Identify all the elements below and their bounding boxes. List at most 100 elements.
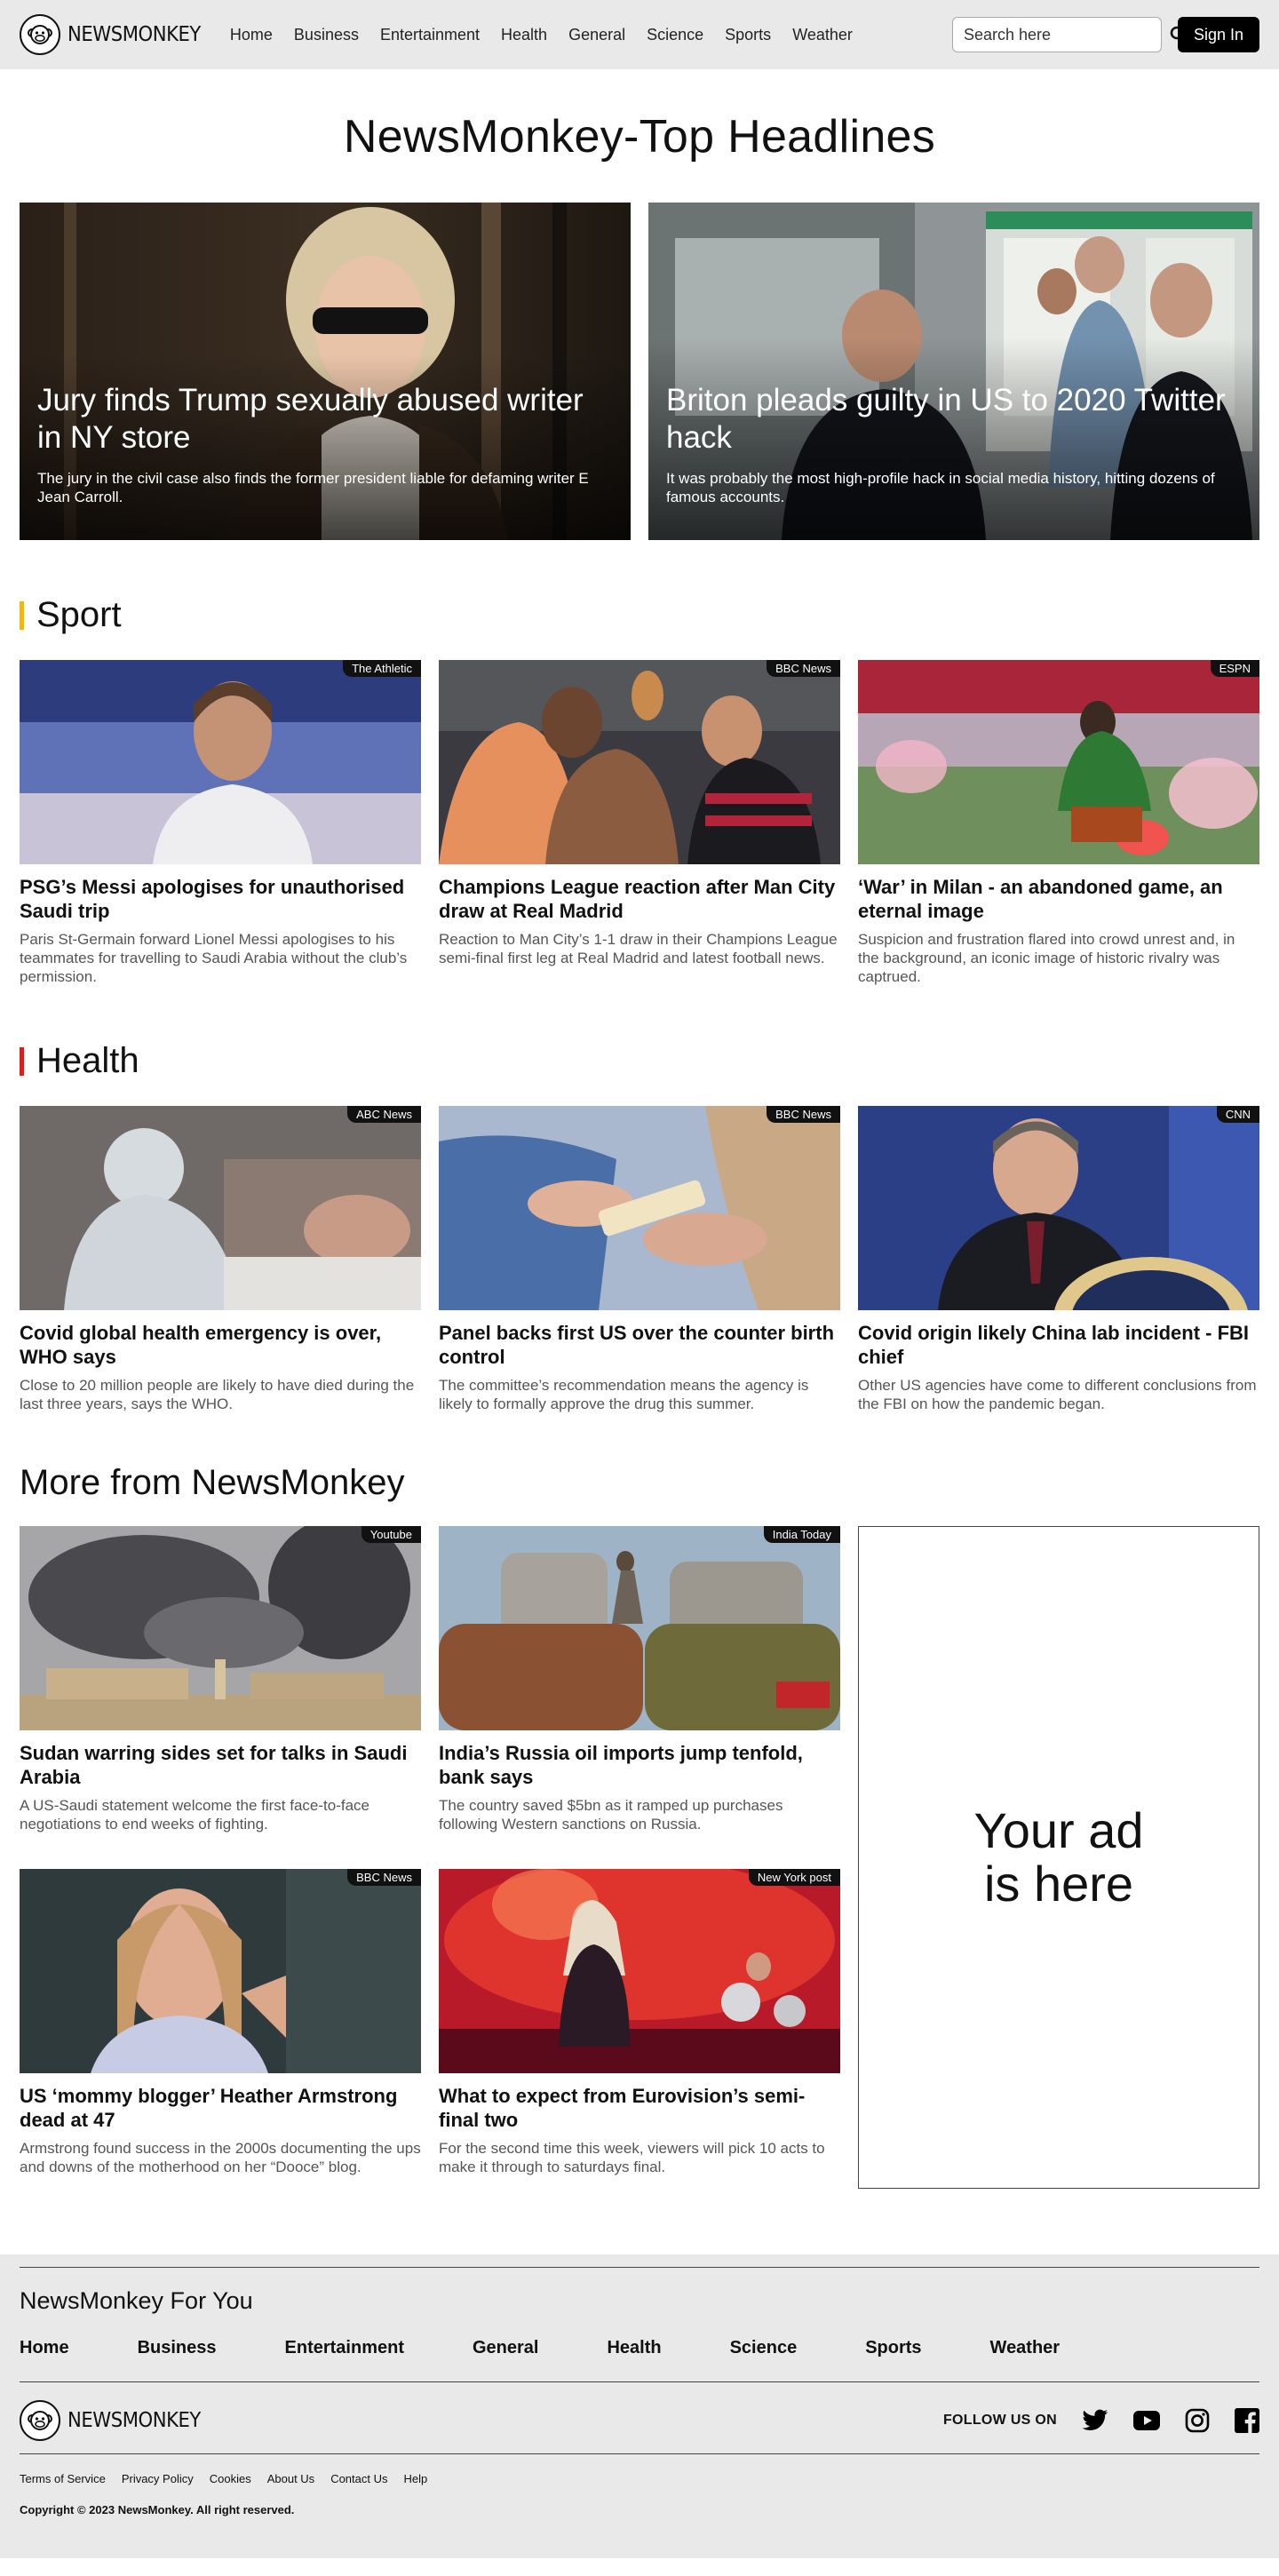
sport-card-description-1: Paris St-Germain forward Lionel Messi ap… xyxy=(20,931,408,985)
nav-health[interactable]: Health xyxy=(501,26,547,44)
header-actions: Sign In xyxy=(951,17,1259,52)
sport-card-title-1[interactable]: PSG’s Messi apologises for unauthorised … xyxy=(20,875,421,923)
sign-in-button[interactable]: Sign In xyxy=(1177,17,1259,52)
privacy-link[interactable]: Privacy Policy xyxy=(122,2472,194,2485)
sport-card-3[interactable]: ESPN ‘War’ in Milan - an abandoned game,… xyxy=(858,660,1259,986)
nav-home[interactable]: Home xyxy=(230,26,273,44)
sport-card-1[interactable]: The Athletic PSG’s Messi apologises for … xyxy=(20,660,421,986)
hero-title-2[interactable]: Briton pleads guilty in US to 2020 Twitt… xyxy=(666,382,1235,457)
health-card-description-3: Other US agencies have come to different… xyxy=(858,1377,1257,1412)
source-badge: CNN xyxy=(1216,1106,1259,1123)
source-badge: New York post xyxy=(748,1869,840,1886)
health-card-image-2: BBC News xyxy=(439,1106,840,1310)
twitter-icon[interactable] xyxy=(1082,2409,1108,2432)
more-card-3[interactable]: BBC News US ‘mommy blogger’ Heather Arms… xyxy=(20,1869,421,2189)
footer-link-home[interactable]: Home xyxy=(20,2338,69,2358)
search-input[interactable] xyxy=(963,25,1170,44)
hero-description-2: It was probably the most high-profile ha… xyxy=(666,470,1215,505)
hero-text-2: Briton pleads guilty in US to 2020 Twitt… xyxy=(666,382,1235,506)
nav-weather[interactable]: Weather xyxy=(792,26,853,44)
more-card-1[interactable]: Youtube Sudan warring sides set for talk… xyxy=(20,1526,421,1846)
youtube-icon[interactable] xyxy=(1133,2411,1160,2430)
health-card-title-2[interactable]: Panel backs first US over the counter bi… xyxy=(439,1321,840,1369)
about-link[interactable]: About Us xyxy=(267,2472,314,2485)
footer-nav: Home Business Entertainment General Heal… xyxy=(20,2338,1259,2358)
more-card-4[interactable]: New York post What to expect from Eurovi… xyxy=(439,1869,840,2189)
health-heading: Health xyxy=(36,1041,139,1080)
hero-article-1[interactable]: Jury finds Trump sexually abused writer … xyxy=(20,203,631,540)
more-card-image-4: New York post xyxy=(439,1869,840,2073)
more-card-title-4[interactable]: What to expect from Eurovision’s semi-fi… xyxy=(439,2084,840,2132)
hero-text-1: Jury finds Trump sexually abused writer … xyxy=(37,382,606,506)
terms-link[interactable]: Terms of Service xyxy=(20,2472,106,2485)
ad-line-2: is here xyxy=(983,1856,1134,1912)
footer-link-science[interactable]: Science xyxy=(730,2338,798,2358)
main-nav: Home Business Entertainment Health Gener… xyxy=(230,26,853,44)
hero-description-1: The jury in the civil case also finds th… xyxy=(37,470,589,505)
nav-science[interactable]: Science xyxy=(647,26,703,44)
help-link[interactable]: Help xyxy=(404,2472,428,2485)
nav-entertainment[interactable]: Entertainment xyxy=(380,26,480,44)
more-heading: More from NewsMonkey xyxy=(20,1463,405,1502)
brand[interactable]: NEWSMONKEY xyxy=(20,14,212,55)
footer-link-entertainment[interactable]: Entertainment xyxy=(285,2338,404,2358)
health-card-title-3[interactable]: Covid origin likely China lab incident -… xyxy=(858,1321,1259,1369)
health-card-image-3: CNN xyxy=(858,1106,1259,1310)
footer-divider xyxy=(20,2453,1259,2454)
health-card-3[interactable]: CNN Covid origin likely China lab incide… xyxy=(858,1106,1259,1413)
social-links: FOLLOW US ON xyxy=(943,2408,1259,2433)
nav-business[interactable]: Business xyxy=(294,26,359,44)
more-card-title-1[interactable]: Sudan warring sides set for talks in Sau… xyxy=(20,1741,421,1789)
footer-link-general[interactable]: General xyxy=(473,2338,538,2358)
health-card-2[interactable]: BBC News Panel backs first US over the c… xyxy=(439,1106,840,1413)
health-card-title-1[interactable]: Covid global health emergency is over, W… xyxy=(20,1321,421,1369)
sport-card-description-2: Reaction to Man City’s 1-1 draw in their… xyxy=(439,931,838,966)
search-box xyxy=(951,17,1188,52)
nav-sports[interactable]: Sports xyxy=(725,26,771,44)
copyright: Copyright © 2023 NewsMonkey. All right r… xyxy=(20,2503,295,2516)
footer-brand[interactable]: NEWSMONKEY xyxy=(20,2400,212,2441)
top-headlines: Jury finds Trump sexually abused writer … xyxy=(0,203,1279,540)
more-card-image-1: Youtube xyxy=(20,1526,421,1730)
source-badge: India Today xyxy=(763,1526,840,1543)
cookies-link[interactable]: Cookies xyxy=(210,2472,251,2485)
footer-link-weather[interactable]: Weather xyxy=(990,2338,1061,2358)
hero-title-1[interactable]: Jury finds Trump sexually abused writer … xyxy=(37,382,606,457)
source-badge: BBC News xyxy=(347,1869,421,1886)
footer-divider xyxy=(20,2381,1259,2382)
more-card-image-3: BBC News xyxy=(20,1869,421,2073)
hero-article-2[interactable]: Briton pleads guilty in US to 2020 Twitt… xyxy=(648,203,1259,540)
footer-divider xyxy=(20,2267,1259,2268)
sport-card-image-3: ESPN xyxy=(858,660,1259,864)
instagram-icon[interactable] xyxy=(1185,2408,1210,2433)
source-badge: ESPN xyxy=(1210,660,1259,677)
more-card-title-3[interactable]: US ‘mommy blogger’ Heather Armstrong dea… xyxy=(20,2084,421,2132)
legal-links: Terms of Service Privacy Policy Cookies … xyxy=(20,2472,1259,2485)
sport-heading: Sport xyxy=(36,595,122,634)
more-cards: Youtube Sudan warring sides set for talk… xyxy=(20,1526,840,2189)
more-card-2[interactable]: India Today India’s Russia oil imports j… xyxy=(439,1526,840,1846)
footer-link-health[interactable]: Health xyxy=(607,2338,661,2358)
contact-link[interactable]: Contact Us xyxy=(330,2472,387,2485)
sport-card-image-2: BBC News xyxy=(439,660,840,864)
nav-general[interactable]: General xyxy=(568,26,625,44)
source-badge: BBC News xyxy=(767,1106,840,1123)
ad-placeholder[interactable]: Your ad is here xyxy=(858,1526,1259,2189)
source-badge: ABC News xyxy=(347,1106,421,1123)
facebook-icon[interactable] xyxy=(1235,2408,1259,2433)
sport-accent-bar xyxy=(20,600,24,630)
health-card-1[interactable]: ABC News Covid global health emergency i… xyxy=(20,1106,421,1413)
sport-card-description-3: Suspicion and frustration flared into cr… xyxy=(858,931,1235,985)
footer-link-sports[interactable]: Sports xyxy=(865,2338,921,2358)
footer-link-business[interactable]: Business xyxy=(138,2338,217,2358)
sport-card-title-3[interactable]: ‘War’ in Milan - an abandoned game, an e… xyxy=(858,875,1259,923)
source-badge: The Athletic xyxy=(343,660,421,677)
sport-section-heading: Sport xyxy=(0,595,1279,635)
more-card-title-2[interactable]: India’s Russia oil imports jump tenfold,… xyxy=(439,1741,840,1789)
sport-card-title-2[interactable]: Champions League reaction after Man City… xyxy=(439,875,840,923)
health-cards: ABC News Covid global health emergency i… xyxy=(0,1106,1279,1413)
more-section-heading: More from NewsMonkey xyxy=(0,1463,1279,1503)
more-card-description-2: The country saved $5bn as it ramped up p… xyxy=(439,1797,783,1833)
sport-card-2[interactable]: BBC News Champions League reaction after… xyxy=(439,660,840,986)
more-card-description-4: For the second time this week, viewers w… xyxy=(439,2140,825,2175)
